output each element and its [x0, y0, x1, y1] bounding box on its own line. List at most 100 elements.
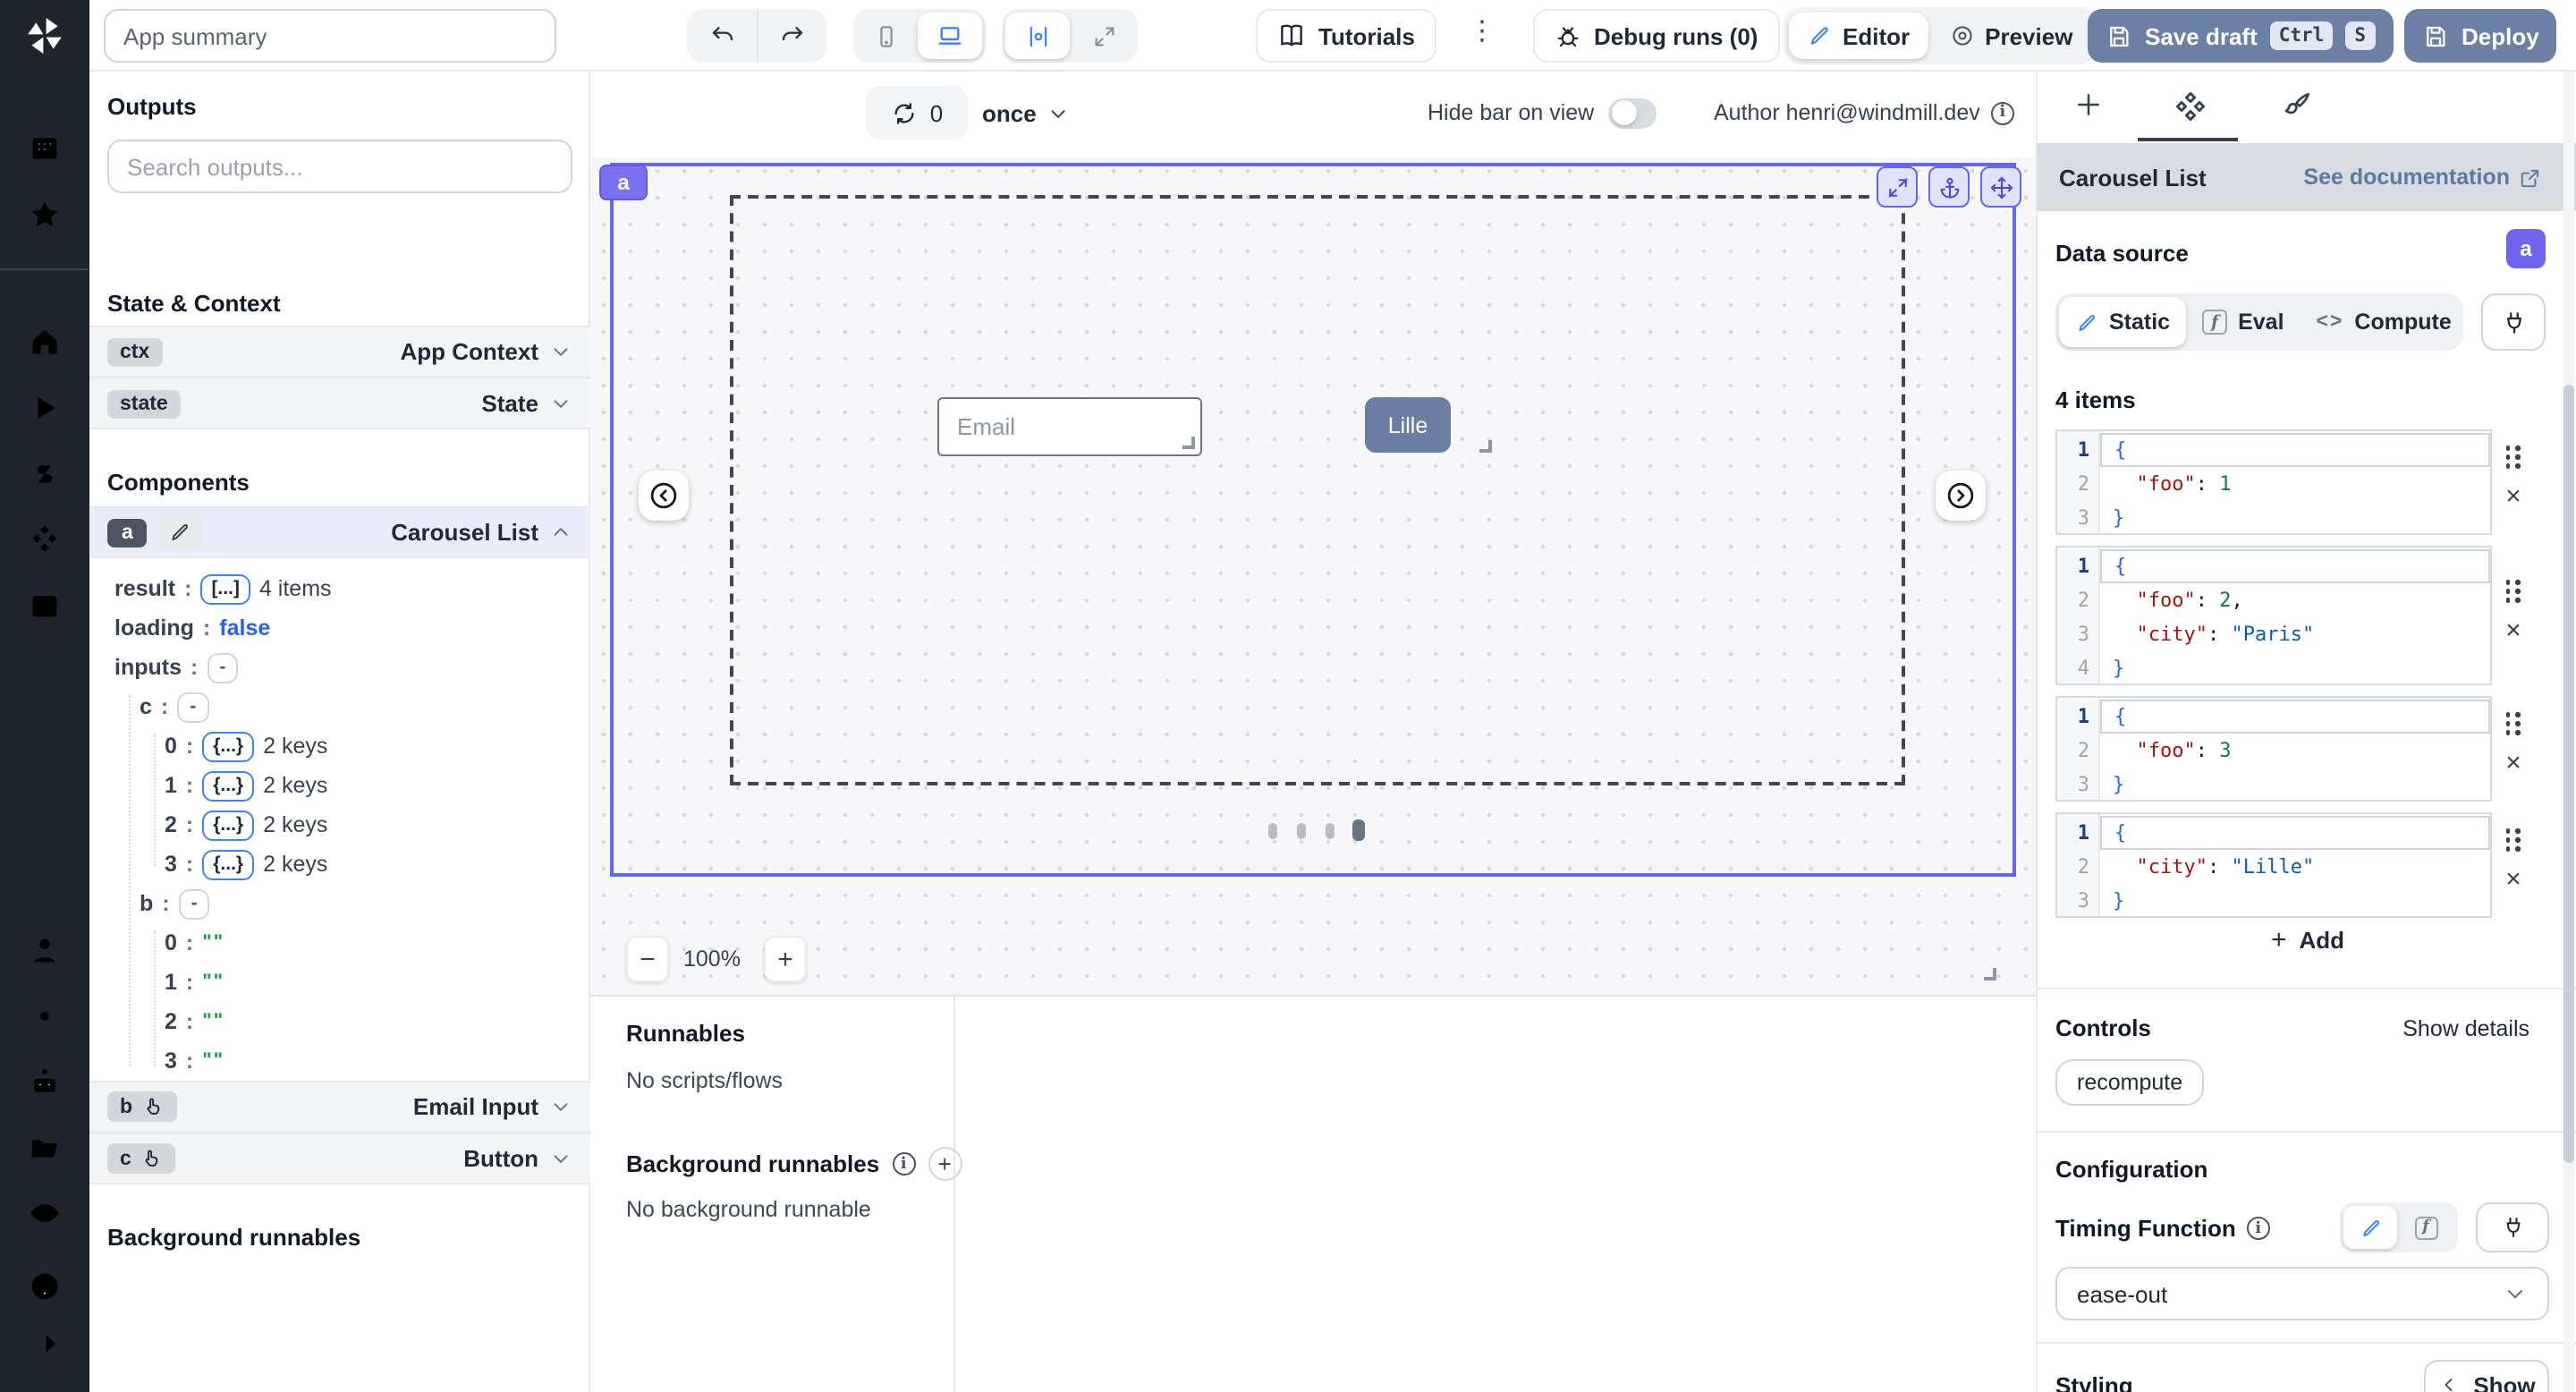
info-icon[interactable]: i: [2247, 1217, 2270, 1240]
move-component-button[interactable]: [1980, 166, 2021, 208]
component-row-b[interactable]: b Email Input: [89, 1081, 590, 1133]
carousel-dot[interactable]: [1326, 823, 1335, 839]
email-input-component[interactable]: Email: [937, 397, 1202, 456]
audit-eye-icon[interactable]: [27, 1195, 63, 1231]
drag-handle-icon[interactable]: [2505, 712, 2521, 735]
tree-row-loading[interactable]: loading:false: [114, 608, 270, 648]
info-icon[interactable]: i: [892, 1152, 915, 1176]
tree-row-b2[interactable]: 2:"": [165, 1002, 225, 1041]
settings-gear-icon[interactable]: [27, 998, 63, 1034]
chevron-down-icon[interactable]: [549, 392, 572, 415]
debug-runs-button[interactable]: Debug runs (0): [1533, 9, 1779, 63]
tree-row-c3[interactable]: 3:{...}2 keys: [165, 845, 327, 884]
connect-plug-button[interactable]: [2481, 293, 2546, 351]
connect-plug-button[interactable]: [2476, 1202, 2549, 1252]
carousel-dot-active[interactable]: [1352, 819, 1365, 841]
chevron-down-icon[interactable]: [549, 1147, 572, 1170]
search-outputs-input[interactable]: [107, 140, 572, 193]
deploy-button[interactable]: Deploy: [2404, 9, 2557, 63]
remove-item-button[interactable]: ×: [2505, 753, 2521, 775]
collapse-arrow-right-icon[interactable]: [27, 1326, 63, 1362]
chevron-up-icon[interactable]: [549, 521, 572, 544]
schedules-calendar-icon[interactable]: [27, 587, 63, 623]
output-row-ctx[interactable]: ctx App Context: [89, 326, 590, 378]
undo-button[interactable]: [687, 9, 757, 63]
scrollbar-thumb[interactable]: [2563, 385, 2574, 1163]
chevron-down-icon[interactable]: [549, 340, 572, 363]
expand-component-button[interactable]: [1877, 166, 1918, 208]
carousel-dot[interactable]: [1297, 823, 1306, 839]
user-icon[interactable]: [27, 932, 63, 968]
preview-tab[interactable]: Preview: [1931, 13, 2090, 59]
remove-item-button[interactable]: ×: [2505, 487, 2521, 508]
remove-item-button[interactable]: ×: [2505, 870, 2521, 891]
desktop-view-button[interactable]: [918, 13, 982, 59]
home-icon[interactable]: [27, 324, 63, 360]
resize-handle[interactable]: [1182, 437, 1195, 449]
recompute-button[interactable]: recompute: [2055, 1059, 2204, 1106]
component-a-tag[interactable]: a: [599, 165, 648, 200]
tree-row-b0[interactable]: 0:"": [165, 923, 225, 963]
workers-robot-icon[interactable]: [27, 1065, 63, 1100]
carousel-dot[interactable]: [1268, 823, 1277, 839]
drag-handle-icon[interactable]: [2505, 446, 2521, 469]
save-draft-button[interactable]: Save draft Ctrl S: [2088, 9, 2393, 63]
see-documentation-link[interactable]: See documentation: [2303, 165, 2542, 190]
eval-mode-button[interactable]: f: [2399, 1206, 2453, 1249]
zoom-in-button[interactable]: +: [764, 936, 807, 982]
tutorials-button[interactable]: Tutorials: [1256, 9, 1436, 63]
data-item-editor-1[interactable]: 123{ "foo": 1}: [2055, 429, 2492, 535]
app-summary-input[interactable]: [104, 9, 556, 63]
canvas-grid-surface[interactable]: a Email Lille − 100% +: [590, 157, 2036, 995]
tree-row-c0[interactable]: 0:{...}2 keys: [165, 726, 327, 766]
redo-button[interactable]: [757, 9, 826, 63]
timing-function-select[interactable]: ease-out: [2055, 1267, 2549, 1320]
drag-handle-icon[interactable]: [2505, 580, 2521, 603]
eval-mode-button[interactable]: f Eval: [2186, 297, 2300, 347]
anchor-component-button[interactable]: [1928, 166, 1970, 208]
info-icon[interactable]: i: [1991, 101, 2014, 124]
tree-row-b1[interactable]: 1:"": [165, 963, 225, 1002]
static-mode-button[interactable]: [2343, 1206, 2397, 1249]
zoom-out-button[interactable]: −: [626, 936, 669, 982]
carousel-item-container[interactable]: [730, 195, 1905, 785]
fullwidth-expand-icon[interactable]: [1073, 13, 1134, 59]
tree-row-c[interactable]: c:-: [140, 687, 208, 726]
component-row-c[interactable]: c Button: [89, 1133, 590, 1184]
component-row-a[interactable]: a Carousel List: [89, 506, 590, 558]
button-component[interactable]: Lille: [1365, 397, 1451, 453]
styling-show-button[interactable]: Show: [2424, 1360, 2549, 1392]
output-row-state[interactable]: state State: [89, 378, 590, 429]
carousel-next-button[interactable]: [1936, 471, 1986, 521]
interval-select[interactable]: once: [982, 86, 1071, 140]
compute-mode-button[interactable]: <> Compute: [2301, 297, 2468, 347]
carousel-prev-button[interactable]: [639, 471, 689, 521]
data-item-editor-2[interactable]: 1234{ "foo": 2, "city": "Paris"}: [2055, 546, 2492, 685]
more-menu-button[interactable]: ⋮: [1469, 14, 1496, 47]
hide-bar-toggle[interactable]: [1608, 98, 1657, 128]
component-resize-handle[interactable]: [1984, 968, 1996, 980]
windmill-logo-icon[interactable]: [23, 14, 66, 57]
runs-play-icon[interactable]: [27, 390, 63, 426]
mobile-view-button[interactable]: [857, 13, 914, 59]
tree-row-inputs[interactable]: inputs:-: [114, 648, 238, 687]
remove-item-button[interactable]: ×: [2505, 621, 2521, 642]
resources-cubes-icon[interactable]: [27, 521, 63, 556]
settings-tab-components-icon[interactable]: [2174, 89, 2207, 123]
edit-id-button[interactable]: [158, 515, 203, 549]
tree-row-c1[interactable]: 1:{...}2 keys: [165, 766, 327, 805]
chevron-down-icon[interactable]: [549, 1095, 572, 1118]
refresh-count-button[interactable]: 0: [866, 86, 968, 140]
variables-dollar-icon[interactable]: [27, 456, 63, 492]
style-tab-brush-icon[interactable]: [2281, 89, 2313, 122]
show-details-link[interactable]: Show details: [2402, 1016, 2529, 1041]
apps-grid-icon[interactable]: [27, 131, 63, 166]
editor-tab[interactable]: Editor: [1789, 13, 1928, 59]
center-align-button[interactable]: [1005, 13, 1070, 59]
folders-icon[interactable]: [27, 1129, 63, 1165]
static-mode-button[interactable]: Static: [2059, 297, 2186, 347]
help-icon[interactable]: [27, 1269, 63, 1304]
tree-row-b3[interactable]: 3:"": [165, 1041, 225, 1081]
star-icon[interactable]: [27, 197, 63, 233]
data-item-editor-4[interactable]: 123{ "city": "Lille"}: [2055, 812, 2492, 918]
